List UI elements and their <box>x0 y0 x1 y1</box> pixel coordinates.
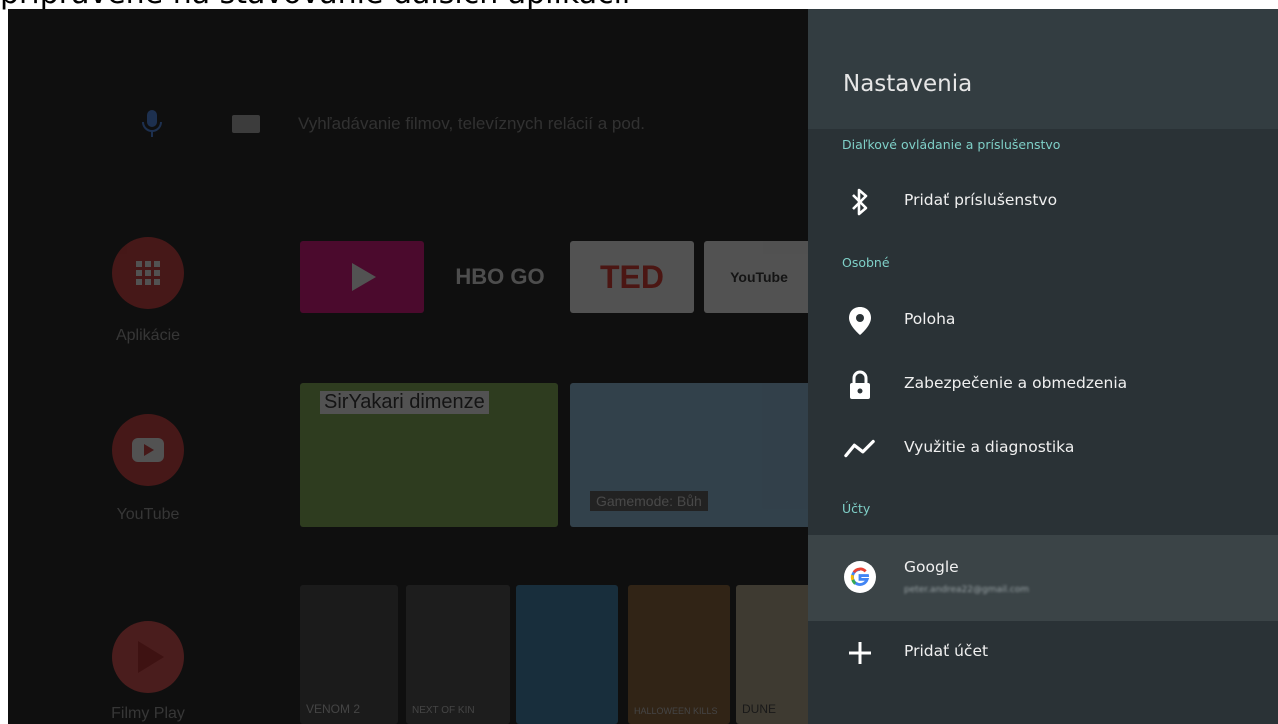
menu-item-label: Google <box>904 558 959 576</box>
section-header-personal: Osobné <box>842 255 890 270</box>
video-tile-2[interactable]: Gamemode: Bůh <box>570 383 814 527</box>
menu-item-label: Využitie a diagnostika <box>904 438 1075 456</box>
location-pin-icon <box>844 305 876 337</box>
video-title-1: SirYakari dimenze <box>320 391 489 414</box>
bluetooth-icon <box>844 186 876 218</box>
app-tile-hbo[interactable]: HBO GO <box>438 241 562 313</box>
video-tile-1[interactable]: SirYakari dimenze <box>300 383 558 527</box>
settings-header: Nastavenia <box>808 9 1278 129</box>
menu-item-label: Zabezpečenie a obmedzenia <box>904 374 1128 392</box>
movie-title-4: HALLOWEEN KILLS <box>634 706 718 716</box>
lock-icon <box>844 369 876 401</box>
app-tile-ted[interactable]: TED <box>570 241 694 313</box>
section-header-remote: Diaľkové ovládanie a príslušenstvo <box>842 137 1061 152</box>
youtube-play-icon[interactable] <box>112 414 184 486</box>
search-input[interactable]: Vyhľadávanie filmov, televíznych relácií… <box>298 114 645 134</box>
section-header-accounts: Účty <box>842 501 871 516</box>
menu-item-label: Pridať účet <box>904 642 989 660</box>
rail-label-movies: Filmy Play <box>111 705 185 722</box>
account-email: peter.andrea22@gmail.com <box>904 585 1030 595</box>
menu-item-google-account[interactable]: Google peter.andrea22@gmail.com <box>808 535 1278 621</box>
menu-item-label: Pridať príslušenstvo <box>904 191 1058 209</box>
movie-poster-1[interactable]: VENOM 2 <box>300 585 398 724</box>
apps-grid-icon[interactable] <box>112 237 184 309</box>
movie-title-1: VENOM 2 <box>306 702 361 716</box>
movie-poster-4[interactable]: HALLOWEEN KILLS <box>628 585 730 724</box>
keyboard-icon[interactable] <box>232 115 260 133</box>
rail-label-apps: Aplikácie <box>115 327 181 344</box>
plus-icon <box>844 637 876 669</box>
tv-screen: Vyhľadávanie filmov, televíznych relácií… <box>8 9 1278 724</box>
google-icon <box>844 561 876 593</box>
movie-title-5: DUNE <box>742 702 777 716</box>
movie-title-2: NEXT OF KIN <box>412 705 475 716</box>
home-content: Vyhľadávanie filmov, televíznych relácií… <box>8 9 816 724</box>
app-tile-youtube[interactable]: YouTube <box>704 241 814 313</box>
play-movies-icon[interactable] <box>112 621 184 693</box>
menu-item-label: Poloha <box>904 310 956 328</box>
movie-poster-5[interactable]: DUNE <box>736 585 816 724</box>
rail-label-youtube: YouTube <box>116 506 180 523</box>
video-title-2: Gamemode: Bůh <box>590 491 708 511</box>
movie-poster-2[interactable]: NEXT OF KIN <box>406 585 510 724</box>
menu-item-location[interactable]: Poloha <box>808 291 1278 351</box>
menu-item-security[interactable]: Zabezpečenie a obmedzenia <box>808 355 1278 415</box>
menu-item-add-accessory[interactable]: Pridať príslušenstvo <box>808 172 1278 232</box>
settings-panel: Nastavenia Diaľkové ovládanie a prísluše… <box>808 9 1278 724</box>
app-tile-play[interactable] <box>300 241 424 313</box>
home-screen: Vyhľadávanie filmov, televíznych relácií… <box>8 9 816 724</box>
movie-poster-3[interactable] <box>516 585 618 724</box>
menu-item-add-account[interactable]: Pridať účet <box>808 623 1278 683</box>
menu-item-diagnostics[interactable]: Využitie a diagnostika <box>808 419 1278 479</box>
page-title: Nastavenia <box>843 71 973 97</box>
diagnostics-icon <box>844 433 876 465</box>
microphone-icon[interactable] <box>140 109 164 139</box>
